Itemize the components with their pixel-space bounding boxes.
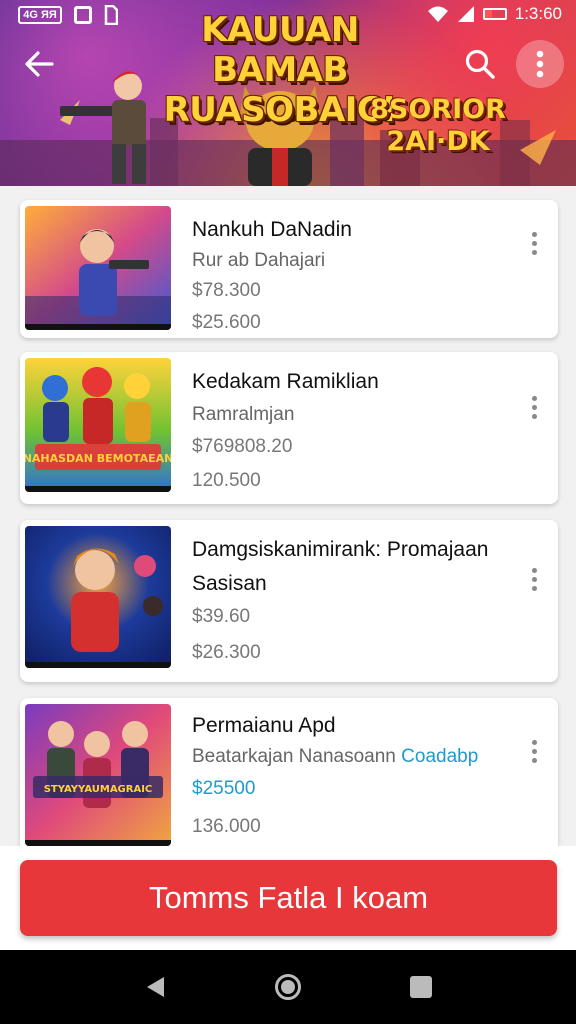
product-subtitle: Ramralmjan bbox=[192, 404, 295, 425]
card-menu-button[interactable] bbox=[528, 740, 540, 768]
product-thumbnail[interactable]: NAHASDAN BEMOTAEAN bbox=[25, 358, 171, 492]
product-title: Nankuh DaNadin bbox=[192, 218, 352, 241]
product-original-price: 120.500 bbox=[192, 470, 261, 491]
card-menu-button[interactable] bbox=[528, 232, 540, 260]
product-price: $769808.20 bbox=[192, 436, 293, 457]
product-price: $78.300 bbox=[192, 280, 261, 301]
banner-subtitle: 8SORIOR 2AI·DK bbox=[370, 94, 506, 157]
product-subtitle-accent: Coadabp bbox=[401, 746, 479, 767]
product-original-price: $26.300 bbox=[192, 642, 261, 663]
product-original-price: 136.000 bbox=[192, 816, 261, 837]
arrow-left-icon bbox=[25, 51, 54, 77]
product-thumbnail[interactable] bbox=[25, 526, 171, 668]
bottom-action-area: Tomms Fatla I koam bbox=[0, 846, 576, 950]
thumbnail-badge-text: NAHASDAN BEMOTAEAN bbox=[25, 452, 171, 465]
product-price: $39.60 bbox=[192, 606, 251, 627]
product-card[interactable]: STYAYYAUMAGRAIC Permaianu Apd Beatarkaja… bbox=[20, 698, 558, 850]
battery-icon bbox=[482, 8, 507, 20]
notification-icon bbox=[74, 6, 92, 24]
product-card[interactable]: Damgsiskanimirank: Promajaan Sasisan $39… bbox=[20, 520, 558, 682]
product-title: Damgsiskanimirank: Promajaan bbox=[192, 538, 489, 561]
card-menu-button[interactable] bbox=[528, 568, 540, 596]
product-original-price: $25.600 bbox=[192, 312, 261, 333]
product-title: Kedakam Ramiklian bbox=[192, 370, 379, 393]
product-price: $25500 bbox=[192, 778, 256, 799]
product-title-line-2: Sasisan bbox=[192, 572, 267, 595]
product-card[interactable]: Nankuh DaNadin Rur ab Dahajari $78.300 $… bbox=[20, 200, 558, 338]
back-triangle-icon[interactable] bbox=[144, 975, 168, 999]
back-button[interactable] bbox=[22, 46, 58, 82]
product-thumbnail[interactable] bbox=[25, 206, 171, 330]
home-circle-icon[interactable] bbox=[275, 974, 301, 1000]
primary-action-button[interactable]: Tomms Fatla I koam bbox=[20, 860, 557, 936]
more-vertical-icon bbox=[536, 50, 544, 78]
status-left-icons: 4G ЯЯ bbox=[18, 5, 118, 25]
product-thumbnail[interactable]: STYAYYAUMAGRAIC bbox=[25, 704, 171, 846]
status-right-icons: 1:3:60 bbox=[427, 4, 562, 24]
search-icon bbox=[465, 49, 495, 79]
product-subtitle-text: Beatarkajan Nanasoann bbox=[192, 746, 396, 767]
product-subtitle: Rur ab Dahajari bbox=[192, 250, 326, 271]
status-time: 1:3:60 bbox=[514, 4, 562, 23]
wifi-icon bbox=[427, 6, 448, 22]
system-navigation-bar bbox=[0, 950, 576, 1024]
search-button[interactable] bbox=[462, 46, 498, 82]
status-network-badge: 4G ЯЯ bbox=[18, 6, 62, 24]
thumbnail-badge-text: STYAYYAUMAGRAIC bbox=[44, 784, 153, 795]
product-subtitle: Beatarkajan Nanasoann Coadabp bbox=[192, 746, 478, 768]
card-menu-button[interactable] bbox=[528, 396, 540, 424]
more-options-button[interactable] bbox=[516, 40, 564, 88]
product-list: Nankuh DaNadin Rur ab Dahajari $78.300 $… bbox=[0, 186, 576, 850]
product-card[interactable]: NAHASDAN BEMOTAEAN Kedakam Ramiklian Ram… bbox=[20, 352, 558, 504]
header-banner: KAUUAN BAMAB RUASOBAIC! 8SORIOR 2AI·DK 4… bbox=[0, 0, 576, 186]
sim-icon bbox=[104, 5, 118, 25]
recents-square-icon[interactable] bbox=[410, 976, 432, 998]
signal-icon bbox=[457, 6, 474, 22]
status-bar: 4G ЯЯ 1:3:60 bbox=[0, 0, 576, 30]
product-title: Permaianu Apd bbox=[192, 714, 336, 737]
